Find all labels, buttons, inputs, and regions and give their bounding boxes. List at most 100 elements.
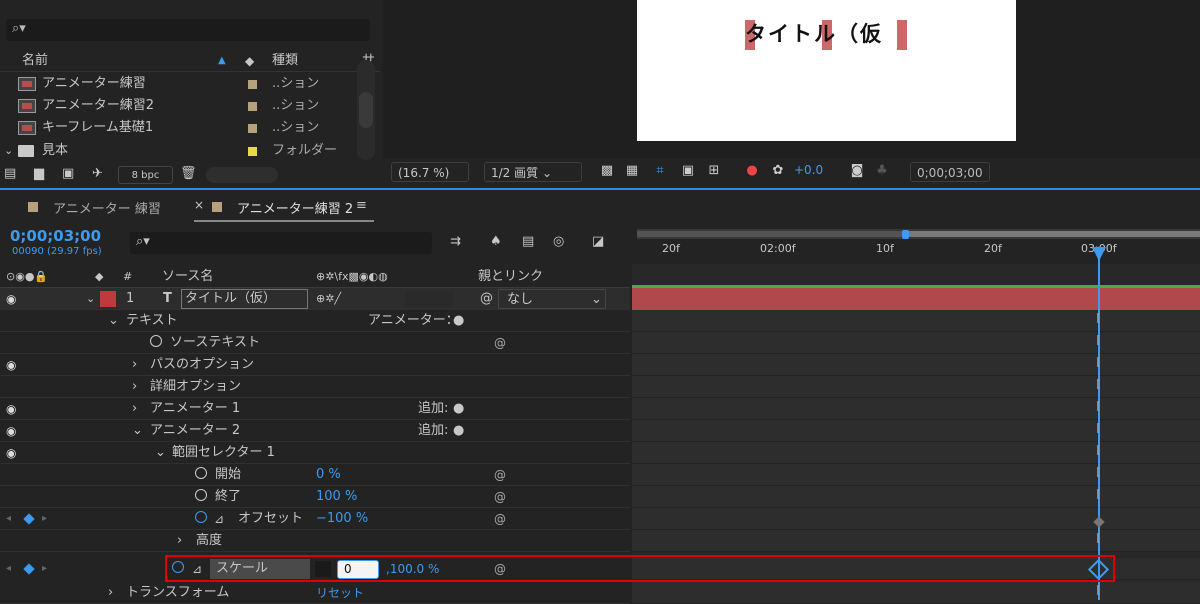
exposure-value[interactable]: +0.0	[794, 163, 823, 177]
transparency-grid-icon[interactable]: ▦	[623, 162, 641, 180]
work-area-range[interactable]	[637, 231, 905, 237]
property-row[interactable]: 終了 100 % @	[0, 486, 630, 508]
layer-switch-boxes[interactable]	[405, 291, 453, 307]
play-icon[interactable]: ●	[453, 398, 464, 420]
project-folder[interactable]: ⌄ 見本 フォルダー	[0, 140, 380, 162]
pickwhip-icon[interactable]: @	[480, 288, 493, 310]
project-item[interactable]: キーフレーム基礎1 ..ション	[0, 117, 380, 139]
layer-name[interactable]: タイトル（仮）	[181, 289, 308, 309]
project-item[interactable]: アニメーター練習2 ..ション	[0, 95, 380, 117]
col-parent-link[interactable]: 親とリンク	[478, 266, 543, 288]
chevron-down-icon[interactable]: ⌄	[132, 420, 143, 442]
switches-icon[interactable]: ⊕✲\fx▩◉◐◍	[316, 266, 388, 288]
bpc-button[interactable]: 8 bpc	[118, 166, 173, 184]
prev-keyframe-icon[interactable]: ◂	[6, 508, 11, 530]
property-group[interactable]: ◉ ⌄ アニメーター 2 追加: ●	[0, 420, 630, 442]
chevron-right-icon[interactable]: ›	[177, 530, 182, 552]
track[interactable]	[632, 508, 1200, 530]
mask-path-icon[interactable]: ⌗	[651, 162, 669, 180]
eye-icon[interactable]: ◉	[6, 398, 16, 420]
keyframe-icon[interactable]	[23, 563, 35, 575]
timeline-timecode[interactable]: 0;00;03;00	[10, 227, 101, 245]
expression-pickwhip-icon[interactable]: @	[494, 464, 506, 486]
track[interactable]	[632, 398, 1200, 420]
quality-select[interactable]: 1/2 画質 ⌄	[484, 162, 582, 182]
track[interactable]	[632, 442, 1200, 464]
work-area-range[interactable]	[905, 231, 1200, 237]
stopwatch-icon[interactable]	[195, 486, 207, 508]
layer-label-color[interactable]	[100, 291, 116, 307]
play-icon[interactable]: ●	[453, 420, 464, 442]
horizontal-scrollbar[interactable]	[206, 167, 278, 183]
property-value[interactable]: −100 %	[316, 508, 368, 530]
interpret-footage-icon[interactable]: ▤	[4, 166, 16, 181]
eye-icon[interactable]: ◉	[6, 442, 16, 464]
trash-icon[interactable]: 🗑	[180, 166, 197, 181]
project-search-input[interactable]: ⌕▾	[6, 19, 370, 41]
label-icon[interactable]: ◆	[95, 266, 103, 288]
shy-layers-icon[interactable]: ▤	[522, 234, 534, 249]
property-group[interactable]: › トランスフォーム リセット	[0, 582, 630, 604]
graph-icon[interactable]: ⊿	[214, 508, 224, 530]
property-group[interactable]: ◉ › アニメーター 1 追加: ●	[0, 398, 630, 420]
index-column[interactable]: #	[123, 266, 132, 288]
eye-icon[interactable]: ◉	[6, 354, 16, 376]
layer-switches-icon[interactable]: ⊕✲╱	[316, 288, 341, 310]
comp-flowchart-icon[interactable]: ⇉	[450, 234, 461, 249]
parent-select[interactable]: なし ⌄	[498, 289, 606, 309]
zoom-select[interactable]: (16.7 %) ⌄	[391, 162, 469, 200]
property-row[interactable]: ◂ ▸ ⊿ オフセット −100 % @	[0, 508, 630, 530]
timeline-search-input[interactable]: ⌕▾	[130, 232, 432, 254]
guides-icon[interactable]: ⊞	[705, 162, 723, 180]
title-safe-icon[interactable]: ▣	[679, 162, 697, 180]
viewer-timecode[interactable]: 0;00;03;00	[910, 162, 990, 182]
chevron-down-icon[interactable]: ⌄	[108, 310, 119, 332]
reset-link[interactable]: リセット	[316, 582, 364, 604]
motion-blur-icon[interactable]: ◎	[553, 234, 564, 249]
track[interactable]	[632, 486, 1200, 508]
property-group[interactable]: ◉ › パスのオプション	[0, 354, 630, 376]
draft-3d-icon[interactable]: ♠	[490, 234, 502, 249]
close-icon[interactable]: ×	[194, 198, 204, 212]
property-value[interactable]: 0 %	[316, 464, 341, 486]
scroll-thumb[interactable]	[359, 92, 373, 128]
prev-keyframe-icon[interactable]: ◂	[6, 558, 11, 580]
av-features-icon[interactable]: ⊙◉●🔒	[6, 266, 48, 288]
chevron-right-icon[interactable]: ›	[132, 398, 137, 420]
layer-row[interactable]: ◉ ⌄ 1 T タイトル（仮） ⊕✲╱ @ なし ⌄	[0, 288, 630, 310]
eye-icon[interactable]: ◉	[6, 288, 16, 310]
property-group[interactable]: ⌄ テキスト アニメーター： ●	[0, 310, 630, 332]
property-row[interactable]: ソーステキスト @	[0, 332, 630, 354]
next-keyframe-icon[interactable]: ▸	[42, 558, 47, 580]
color-management-icon[interactable]: ✿	[769, 162, 787, 180]
property-group[interactable]: ◉ ⌄ 範囲セレクター 1	[0, 442, 630, 464]
property-value[interactable]: 100 %	[316, 486, 357, 508]
chevron-down-icon[interactable]: ⌄	[86, 288, 95, 310]
property-row[interactable]: 開始 0 % @	[0, 464, 630, 486]
track[interactable]	[632, 376, 1200, 398]
property-group[interactable]: › 詳細オプション	[0, 376, 630, 398]
tab-animator-practice[interactable]: アニメーター 練習	[53, 198, 161, 217]
project-item[interactable]: アニメーター練習 ..ション ⊹	[0, 73, 380, 95]
label-tag-icon[interactable]: ◆	[245, 50, 254, 72]
expression-pickwhip-icon[interactable]: @	[494, 332, 506, 354]
stopwatch-icon[interactable]	[195, 508, 207, 530]
track[interactable]	[632, 420, 1200, 442]
track[interactable]	[632, 530, 1200, 552]
col-source-name[interactable]: ソース名	[162, 266, 213, 288]
graph-editor-icon[interactable]: ◪	[592, 234, 604, 249]
chevron-right-icon[interactable]: ›	[132, 354, 137, 376]
chevron-down-icon[interactable]: ⌄	[155, 442, 166, 464]
track[interactable]	[632, 582, 1200, 604]
chevron-down-icon[interactable]: ⌄	[4, 140, 13, 162]
chevron-right-icon[interactable]: ›	[108, 582, 113, 604]
channel-icon[interactable]: ●	[743, 162, 761, 180]
sort-up-icon[interactable]: ▲	[218, 50, 226, 72]
show-snapshot-icon[interactable]: ♣	[873, 162, 891, 180]
panel-menu-icon[interactable]: ≡	[356, 198, 367, 213]
new-composition-icon[interactable]: ▣	[62, 166, 74, 181]
stopwatch-icon[interactable]	[150, 332, 162, 354]
eye-icon[interactable]: ◉	[6, 420, 16, 442]
new-folder-icon[interactable]: ▆	[34, 166, 44, 181]
next-keyframe-icon[interactable]: ▸	[42, 508, 47, 530]
